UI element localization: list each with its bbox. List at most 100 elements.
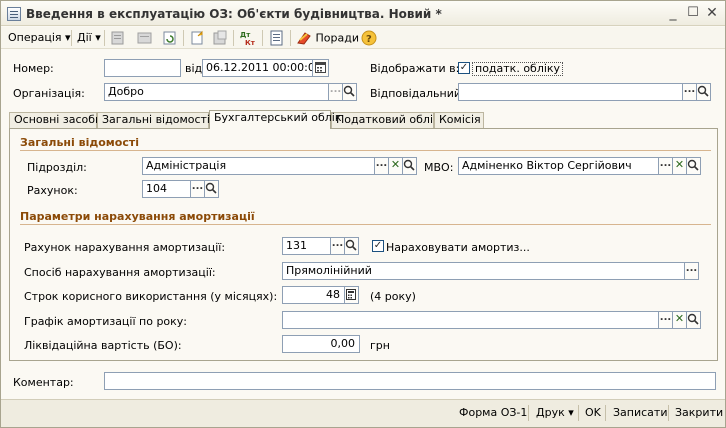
tab-tax-accounting[interactable]: Податковий облік xyxy=(331,112,440,128)
depr-method-label: Спосіб нарахування амортизації: xyxy=(24,266,216,279)
post-document-icon[interactable] xyxy=(110,30,126,46)
organization-label: Організація: xyxy=(13,87,85,100)
tax-accounting-label: податк. обліку xyxy=(472,62,564,76)
toolbar: Операція ▾ Дії ▾ Дт Кт Поради ? xyxy=(1,27,725,49)
toolbar-divider xyxy=(183,30,184,46)
account-select-button[interactable]: ... xyxy=(191,180,205,198)
section-divider xyxy=(20,224,711,225)
responsible-field[interactable] xyxy=(458,83,683,101)
department-clear-button[interactable]: ✕ xyxy=(389,157,403,175)
useful-life-hint: (4 року) xyxy=(370,290,416,303)
depr-schedule-field[interactable] xyxy=(282,311,659,329)
search-icon[interactable] xyxy=(687,311,701,329)
operation-menu-label: Операція xyxy=(8,31,62,44)
comment-label: Коментар: xyxy=(13,376,74,389)
actions-menu[interactable]: Дії ▾ xyxy=(77,31,101,44)
help-icon[interactable]: ? xyxy=(361,30,377,46)
statusbar-divider xyxy=(528,405,529,421)
statusbar-divider xyxy=(668,405,669,421)
based-on-icon[interactable] xyxy=(212,30,228,46)
depr-method-select-button[interactable]: ... xyxy=(685,262,699,280)
department-field[interactable]: Адміністрація xyxy=(142,157,375,175)
tips-label: Поради xyxy=(315,31,359,45)
structure-icon[interactable] xyxy=(269,30,285,46)
save-button[interactable]: Записати xyxy=(613,406,667,419)
dt-kt-icon[interactable]: Дт Кт xyxy=(239,30,256,46)
depr-account-field[interactable]: 131 xyxy=(282,237,331,255)
title-bar: Введення в експлуатацію ОЗ: Об'єкти буді… xyxy=(1,1,725,26)
tax-accounting-checkbox[interactable]: ✓ xyxy=(458,62,470,74)
toolbar-divider xyxy=(290,30,291,46)
residual-value-label: Ліквідаційна вартість (БО): xyxy=(24,339,182,352)
mvo-field[interactable]: Адміненко Віктор Сергійович xyxy=(458,157,659,175)
calculator-icon[interactable] xyxy=(345,286,359,304)
tab-general-info[interactable]: Загальні відомості xyxy=(97,112,210,128)
close-button[interactable]: Закрити xyxy=(675,406,723,419)
search-icon[interactable] xyxy=(687,157,701,175)
depreciation-section-title: Параметри нарахування амортизації xyxy=(20,210,255,223)
print-menu[interactable]: Друк ▾ xyxy=(536,406,574,419)
accrue-depreciation-checkbox[interactable]: ✓ xyxy=(372,240,384,252)
actions-menu-label: Дії xyxy=(77,31,92,44)
statusbar-divider xyxy=(578,405,579,421)
refresh-icon[interactable] xyxy=(162,30,178,46)
department-select-button[interactable]: ... xyxy=(375,157,389,175)
tab-commission[interactable]: Комісія xyxy=(434,112,484,128)
close-window-button[interactable]: ✕ xyxy=(704,5,720,21)
department-label: Підрозділ: xyxy=(27,161,87,174)
tips-button[interactable]: Поради xyxy=(296,30,359,46)
account-label: Рахунок: xyxy=(27,184,78,197)
chevron-down-icon: ▾ xyxy=(568,406,574,419)
depr-account-select-button[interactable]: ... xyxy=(331,237,345,255)
copy-document-icon[interactable] xyxy=(189,30,205,46)
accrue-depreciation-label: Нараховувати амортиз... xyxy=(386,241,530,254)
comment-field[interactable] xyxy=(104,372,716,390)
responsible-select-button[interactable]: ... xyxy=(683,83,697,101)
currency-label: грн xyxy=(370,339,390,352)
chevron-down-icon: ▾ xyxy=(65,31,71,44)
search-icon[interactable] xyxy=(205,180,219,198)
statusbar-divider xyxy=(605,405,606,421)
toolbar-divider xyxy=(262,30,263,46)
date-field[interactable]: 06.12.2011 00:00:00 xyxy=(202,59,313,77)
depr-schedule-label: Графік амортизації по року: xyxy=(24,315,188,328)
ok-button[interactable]: OK xyxy=(585,406,601,419)
depr-schedule-select-button[interactable]: ... xyxy=(659,311,673,329)
calendar-icon xyxy=(315,62,326,73)
toolbar-divider xyxy=(104,30,105,46)
operation-menu[interactable]: Операція ▾ xyxy=(8,31,71,44)
account-field[interactable]: 104 xyxy=(142,180,191,198)
organization-field[interactable]: Добро xyxy=(104,83,329,101)
bottom-command-bar: Форма ОЗ-1 Друк ▾ OK Записати Закрити xyxy=(1,399,725,427)
mvo-clear-button[interactable]: ✕ xyxy=(673,157,687,175)
maximize-button[interactable]: ☐ xyxy=(685,5,701,21)
svg-text:Кт: Кт xyxy=(245,39,256,46)
svg-text:Дт: Дт xyxy=(240,31,251,39)
chevron-down-icon: ▾ xyxy=(95,31,101,44)
minimize-button[interactable]: _ xyxy=(665,5,681,21)
useful-life-field[interactable]: 48 xyxy=(282,286,345,304)
search-icon[interactable] xyxy=(345,237,359,255)
unpost-document-icon[interactable] xyxy=(137,30,153,46)
form-oz1-button[interactable]: Форма ОЗ-1 xyxy=(459,406,527,419)
calendar-button[interactable] xyxy=(313,59,329,77)
mvo-label: МВО: xyxy=(424,161,454,174)
general-section-title: Загальні відомості xyxy=(20,136,140,149)
tips-icon xyxy=(296,30,312,46)
number-label: Номер: xyxy=(13,62,54,75)
search-icon[interactable] xyxy=(403,157,417,175)
window-title: Введення в експлуатацію ОЗ: Об'єкти буді… xyxy=(26,7,442,21)
tab-accounting[interactable]: Бухгалтерський облік xyxy=(209,110,342,129)
organization-select-button[interactable]: ... xyxy=(329,83,343,101)
residual-value-field[interactable]: 0,00 xyxy=(282,335,360,353)
search-icon[interactable] xyxy=(343,83,357,101)
search-icon[interactable] xyxy=(697,83,711,101)
depr-schedule-clear-button[interactable]: ✕ xyxy=(673,311,687,329)
depr-account-label: Рахунок нарахування амортизації: xyxy=(24,241,226,254)
tab-fixed-assets[interactable]: Основні засоби xyxy=(9,112,102,128)
mvo-select-button[interactable]: ... xyxy=(659,157,673,175)
number-field[interactable] xyxy=(104,59,181,77)
form-window: Введення в експлуатацію ОЗ: Об'єкти буді… xyxy=(0,0,726,428)
display-in-label: Відображати в: xyxy=(370,62,460,75)
depr-method-field[interactable]: Прямолінійний xyxy=(282,262,685,280)
